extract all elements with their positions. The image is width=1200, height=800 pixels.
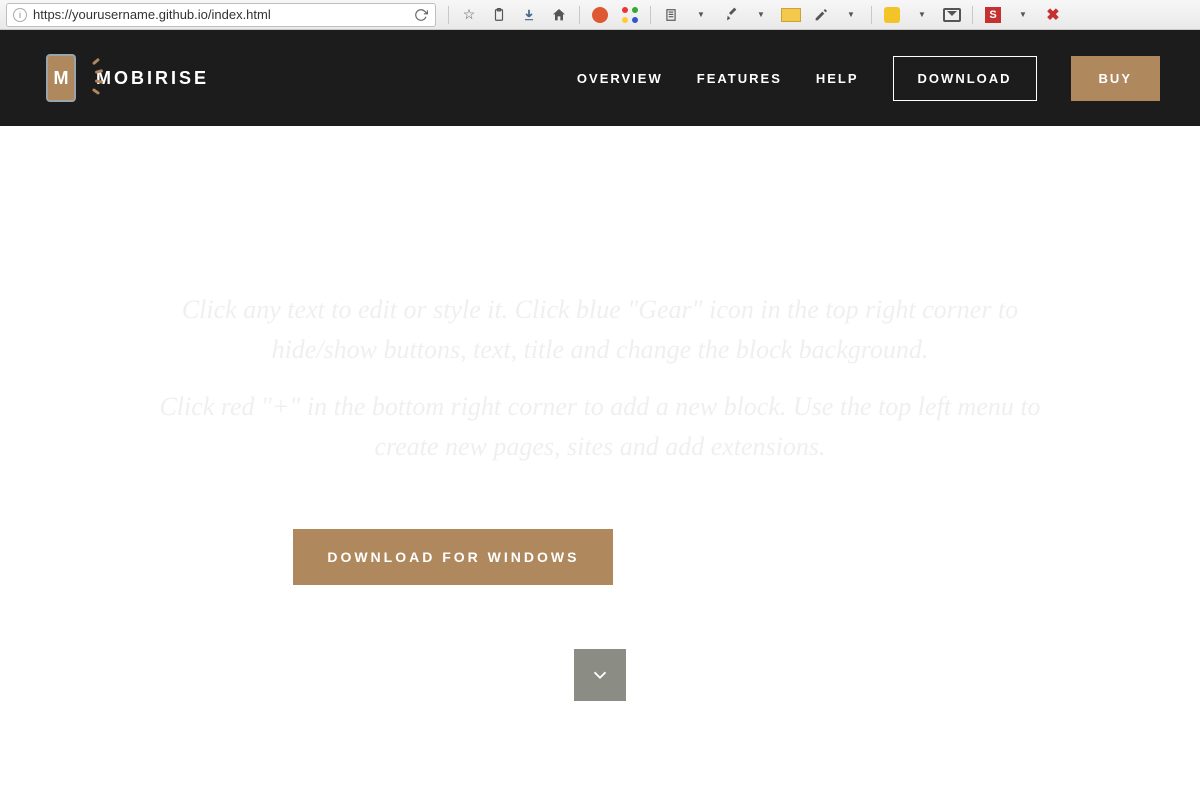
color-dots-icon[interactable] — [620, 5, 640, 25]
toolbar-separator — [972, 6, 973, 24]
download-mac-button[interactable]: DOWNLOAD FOR MAC — [635, 529, 906, 585]
duckduckgo-icon[interactable] — [590, 5, 610, 25]
x-close-icon[interactable]: ✖ — [1043, 5, 1063, 25]
emoji-icon[interactable] — [882, 5, 902, 25]
url-input[interactable] — [33, 7, 409, 22]
toolbar-separator — [650, 6, 651, 24]
hero-section: FULL SCREEN INTRO Click any text to edit… — [0, 126, 1200, 800]
hero-title[interactable]: FULL SCREEN INTRO — [158, 188, 1042, 274]
dropdown-icon[interactable]: ▼ — [912, 5, 932, 25]
hero-buttons: DOWNLOAD FOR WINDOWS DOWNLOAD FOR MAC — [293, 529, 906, 585]
s-badge-icon[interactable]: S — [983, 5, 1003, 25]
star-icon[interactable]: ☆ — [459, 5, 479, 25]
reload-icon[interactable] — [413, 7, 429, 23]
dropdown-icon[interactable]: ▼ — [841, 5, 861, 25]
hero-paragraph-2[interactable]: Click red "+" in the bottom right corner… — [140, 387, 1060, 468]
toolbar-separator — [871, 6, 872, 24]
ruler-icon[interactable] — [781, 5, 801, 25]
brush-icon[interactable] — [721, 5, 741, 25]
brand-name: MOBIRISE — [96, 68, 209, 89]
address-bar[interactable]: i — [6, 3, 436, 27]
brand-logo[interactable]: M MOBIRISE — [40, 52, 209, 104]
browser-chrome: i ☆ ▼ — [0, 0, 1200, 30]
main-nav: OVERVIEW FEATURES HELP DOWNLOAD BUY — [577, 56, 1160, 101]
download-arrow-icon[interactable] — [519, 5, 539, 25]
nav-features[interactable]: FEATURES — [697, 71, 782, 86]
clipboard-icon[interactable] — [489, 5, 509, 25]
home-icon[interactable] — [549, 5, 569, 25]
hero-paragraph-1[interactable]: Click any text to edit or style it. Clic… — [140, 290, 1060, 371]
logo-mark-icon: M — [40, 52, 82, 104]
toolbar-separator — [579, 6, 580, 24]
scroll-down-button[interactable] — [574, 649, 626, 701]
download-button[interactable]: DOWNLOAD — [893, 56, 1037, 101]
site-info-icon[interactable]: i — [13, 8, 27, 22]
toolbar-separator — [448, 6, 449, 24]
mail-icon[interactable] — [942, 5, 962, 25]
dropdown-icon[interactable]: ▼ — [751, 5, 771, 25]
browser-toolbar: ☆ ▼ ▼ — [440, 5, 1200, 25]
dropdown-icon[interactable]: ▼ — [1013, 5, 1033, 25]
logo-letter: M — [54, 68, 69, 89]
dropdown-icon[interactable]: ▼ — [691, 5, 711, 25]
chevron-down-icon — [589, 664, 611, 686]
site-header: M MOBIRISE OVERVIEW FEATURES HELP DOWNLO… — [0, 30, 1200, 126]
download-windows-button[interactable]: DOWNLOAD FOR WINDOWS — [293, 529, 613, 585]
nav-overview[interactable]: OVERVIEW — [577, 71, 663, 86]
notes-icon[interactable] — [661, 5, 681, 25]
nav-help[interactable]: HELP — [816, 71, 859, 86]
eyedropper-icon[interactable] — [811, 5, 831, 25]
buy-button[interactable]: BUY — [1071, 56, 1160, 101]
